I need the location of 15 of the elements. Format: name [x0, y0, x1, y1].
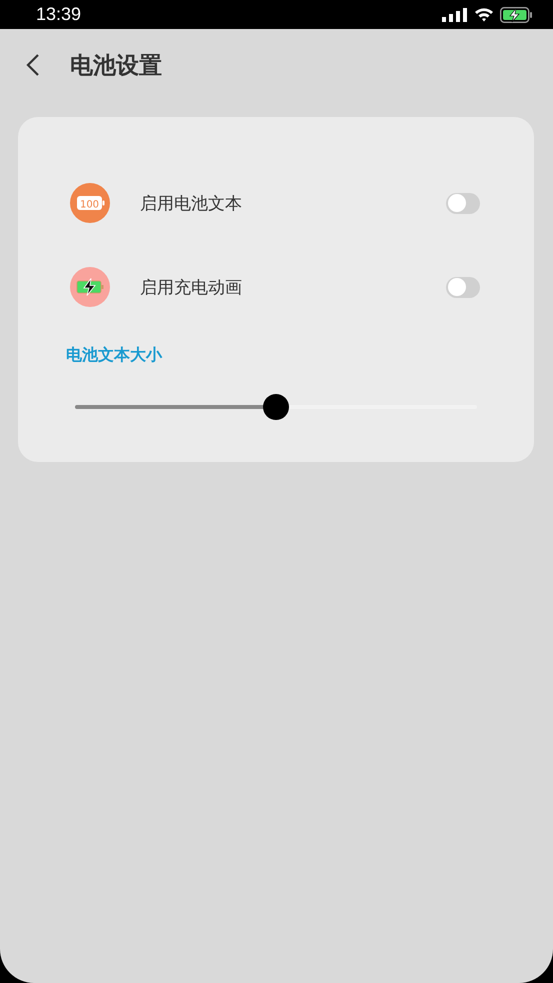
battery-charging-icon — [70, 267, 110, 307]
signal-icon — [442, 8, 468, 22]
slider-track[interactable] — [75, 394, 477, 420]
toggle-switch[interactable] — [446, 276, 480, 298]
toggle-switch[interactable] — [446, 192, 480, 214]
setting-label: 启用电池文本 — [140, 192, 243, 214]
slider-thumb[interactable] — [263, 394, 289, 420]
status-time: 13:39 — [36, 4, 82, 25]
battery-level-icon: 100 — [70, 183, 110, 223]
wifi-icon — [474, 7, 494, 22]
setting-label: 启用充电动画 — [140, 276, 243, 298]
battery-charging-icon — [500, 6, 533, 22]
page-title: 电池设置 — [70, 52, 162, 80]
back-icon[interactable] — [24, 52, 42, 78]
section-label: 电池文本大小 — [66, 345, 162, 366]
